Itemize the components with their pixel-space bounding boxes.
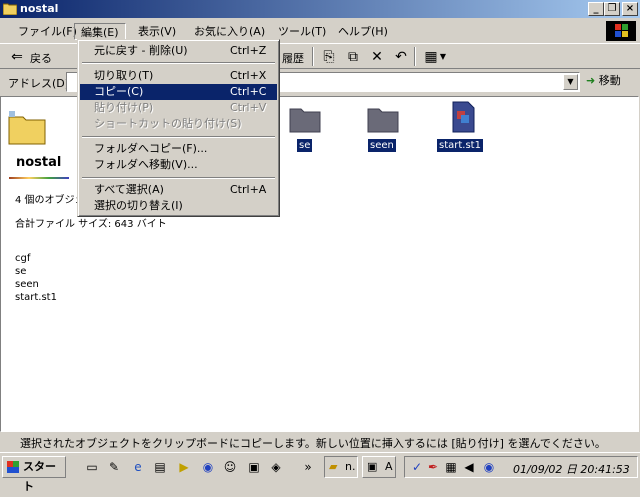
menu-item-label: フォルダへ移動(V)... [94, 158, 198, 171]
taskbar-button-app[interactable]: ▣ A [362, 456, 396, 478]
menu-view[interactable]: 表示(V) [132, 23, 182, 40]
windows-logo-icon [606, 21, 636, 41]
list-item: cgf [15, 253, 31, 264]
menu-item-move-to-folder[interactable]: フォルダへ移動(V)... [80, 157, 277, 173]
menu-item-shortcut: Ctrl+Z [230, 44, 267, 57]
menu-item-paste-shortcut[interactable]: ショートカットの貼り付け(S) [80, 116, 277, 132]
go-arrow-icon: ➜ [586, 74, 596, 87]
task-label: A [385, 460, 393, 473]
undo-icon[interactable]: ↶ [392, 48, 410, 66]
total-file-size: 合計ファイル サイズ: 643 バイト [15, 219, 167, 230]
folder-icon [3, 3, 17, 15]
menu-item-label: 貼り付け(P) [94, 101, 154, 114]
list-item: se [15, 266, 27, 277]
app-icon[interactable]: ◈ [268, 459, 284, 475]
folder-icon[interactable] [367, 103, 399, 135]
status-bar: 選択されたオブジェクトをクリップボードにコピーします。新しい位置に挿入するには … [0, 431, 640, 451]
start-label: スタート [23, 460, 56, 493]
menu-item-paste[interactable]: 貼り付け(P) Ctrl+V [80, 100, 277, 116]
restore-button[interactable]: ❐ [604, 2, 620, 16]
menu-item-undo[interactable]: 元に戻す - 削除(U) Ctrl+Z [80, 43, 277, 59]
menu-edit[interactable]: 編集(E) [74, 23, 126, 40]
menu-item-invert-selection[interactable]: 選択の切り替え(I) [80, 198, 277, 214]
system-tray: ✓ ✒ ▦ ◀ ◉ 01/09/02 日 20:41:53 [404, 456, 638, 478]
file-label-se[interactable]: se [297, 139, 313, 152]
copy-to-icon[interactable]: ⧉ [344, 48, 362, 66]
menu-help[interactable]: ヘルプ(H) [332, 23, 394, 40]
back-button-label[interactable]: 戻る [30, 50, 52, 66]
desktop-icon[interactable]: ▭ [84, 459, 100, 475]
internet-explorer-icon[interactable]: e [130, 459, 146, 475]
menu-separator [82, 136, 275, 138]
list-item: start.st1 [15, 292, 57, 303]
menu-file[interactable]: ファイル(F) [12, 23, 83, 40]
minimize-button[interactable]: _ [588, 2, 604, 16]
network-icon[interactable]: ▦ [443, 459, 459, 475]
list-item: seen [15, 279, 39, 290]
app-icon[interactable]: ▣ [246, 459, 262, 475]
views-dropdown-icon[interactable]: ▼ [438, 48, 448, 66]
menu-item-label: ショートカットの貼り付け(S) [94, 117, 242, 130]
folder-icon: ▰ [329, 460, 338, 473]
menu-item-shortcut: Ctrl+C [230, 85, 267, 98]
go-button[interactable]: ➜ 移動 [586, 72, 636, 92]
file-icon[interactable] [447, 101, 479, 133]
folder-icon[interactable] [289, 103, 321, 135]
folder-title: nostal [16, 155, 62, 170]
menu-separator [82, 177, 275, 179]
file-label-start[interactable]: start.st1 [437, 139, 483, 152]
address-label: アドレス(D) [8, 77, 70, 90]
menu-favorites[interactable]: お気に入り(A) [188, 23, 271, 40]
back-arrow-icon[interactable]: ⇐ [8, 48, 26, 66]
pen-icon[interactable]: ✒ [425, 459, 441, 475]
menu-item-label: コピー(C) [94, 85, 144, 98]
delete-icon[interactable]: ✕ [368, 48, 386, 66]
quicklaunch-overflow-icon[interactable]: » [300, 459, 316, 475]
menu-item-shortcut: Ctrl+V [230, 101, 267, 114]
start-button[interactable]: スタート [2, 456, 66, 493]
object-count: 4 個のオブジェ [15, 195, 85, 206]
address-dropdown-icon[interactable]: ▼ [563, 74, 578, 90]
windows-flag-icon [7, 461, 19, 473]
menu-item-label: 切り取り(T) [94, 69, 154, 82]
explorer-icon[interactable]: ▤ [152, 459, 168, 475]
menu-item-label: 元に戻す - 削除(U) [94, 44, 188, 57]
menu-item-label: 選択の切り替え(I) [94, 199, 183, 212]
edit-menu-dropdown: 元に戻す - 削除(U) Ctrl+Z 切り取り(T) Ctrl+X コピー(C… [77, 39, 280, 217]
folder-banner-icon [8, 111, 46, 145]
menu-item-cut[interactable]: 切り取り(T) Ctrl+X [80, 68, 277, 84]
media-player-icon[interactable]: ▶ [176, 459, 192, 475]
file-label-seen[interactable]: seen [368, 139, 396, 152]
notepad-icon[interactable]: ✎ [106, 459, 122, 475]
move-to-icon[interactable]: ⎘ [320, 48, 338, 66]
taskbar: スタート ▭ ✎ e ▤ ▶ ◉ ☺ ▣ ◈ » ▰ n. ▣ A ✓ ✒ ▦ … [0, 452, 640, 493]
app-icon: ▣ [367, 460, 378, 473]
go-label: 移動 [598, 74, 621, 87]
window-title: nostal [20, 2, 59, 15]
taskbar-button-explorer[interactable]: ▰ n. [324, 456, 358, 478]
folder-title-underline [9, 177, 69, 179]
title-bar[interactable]: nostal _ ❐ × [0, 0, 640, 18]
toolbar-separator [312, 47, 314, 66]
app-icon[interactable]: ☺ [222, 459, 238, 475]
clock: 01/09/02 日 20:41:53 [513, 463, 630, 476]
messenger-icon[interactable]: ◉ [200, 459, 216, 475]
messenger-tray-icon[interactable]: ◉ [481, 459, 497, 475]
menu-item-select-all[interactable]: すべて選択(A) Ctrl+A [80, 182, 277, 198]
menu-separator [82, 62, 275, 64]
menu-item-shortcut: Ctrl+X [230, 69, 267, 82]
close-button[interactable]: × [622, 2, 638, 16]
volume-icon[interactable]: ◀ [461, 459, 477, 475]
menu-item-label: すべて選択(A) [94, 183, 164, 196]
history-button-label[interactable]: 履歴 [282, 50, 304, 66]
toolbar-separator [414, 47, 416, 66]
menu-item-shortcut: Ctrl+A [230, 183, 267, 196]
ime-icon[interactable]: ✓ [409, 459, 425, 475]
menu-item-label: フォルダへコピー(F)... [94, 142, 208, 155]
menu-tools[interactable]: ツール(T) [272, 23, 332, 40]
status-text: 選択されたオブジェクトをクリップボードにコピーします。新しい位置に挿入するには … [20, 437, 606, 450]
menu-item-copy-to-folder[interactable]: フォルダへコピー(F)... [80, 141, 277, 157]
menu-item-copy[interactable]: コピー(C) Ctrl+C [80, 84, 277, 100]
task-label: n. [345, 460, 356, 473]
